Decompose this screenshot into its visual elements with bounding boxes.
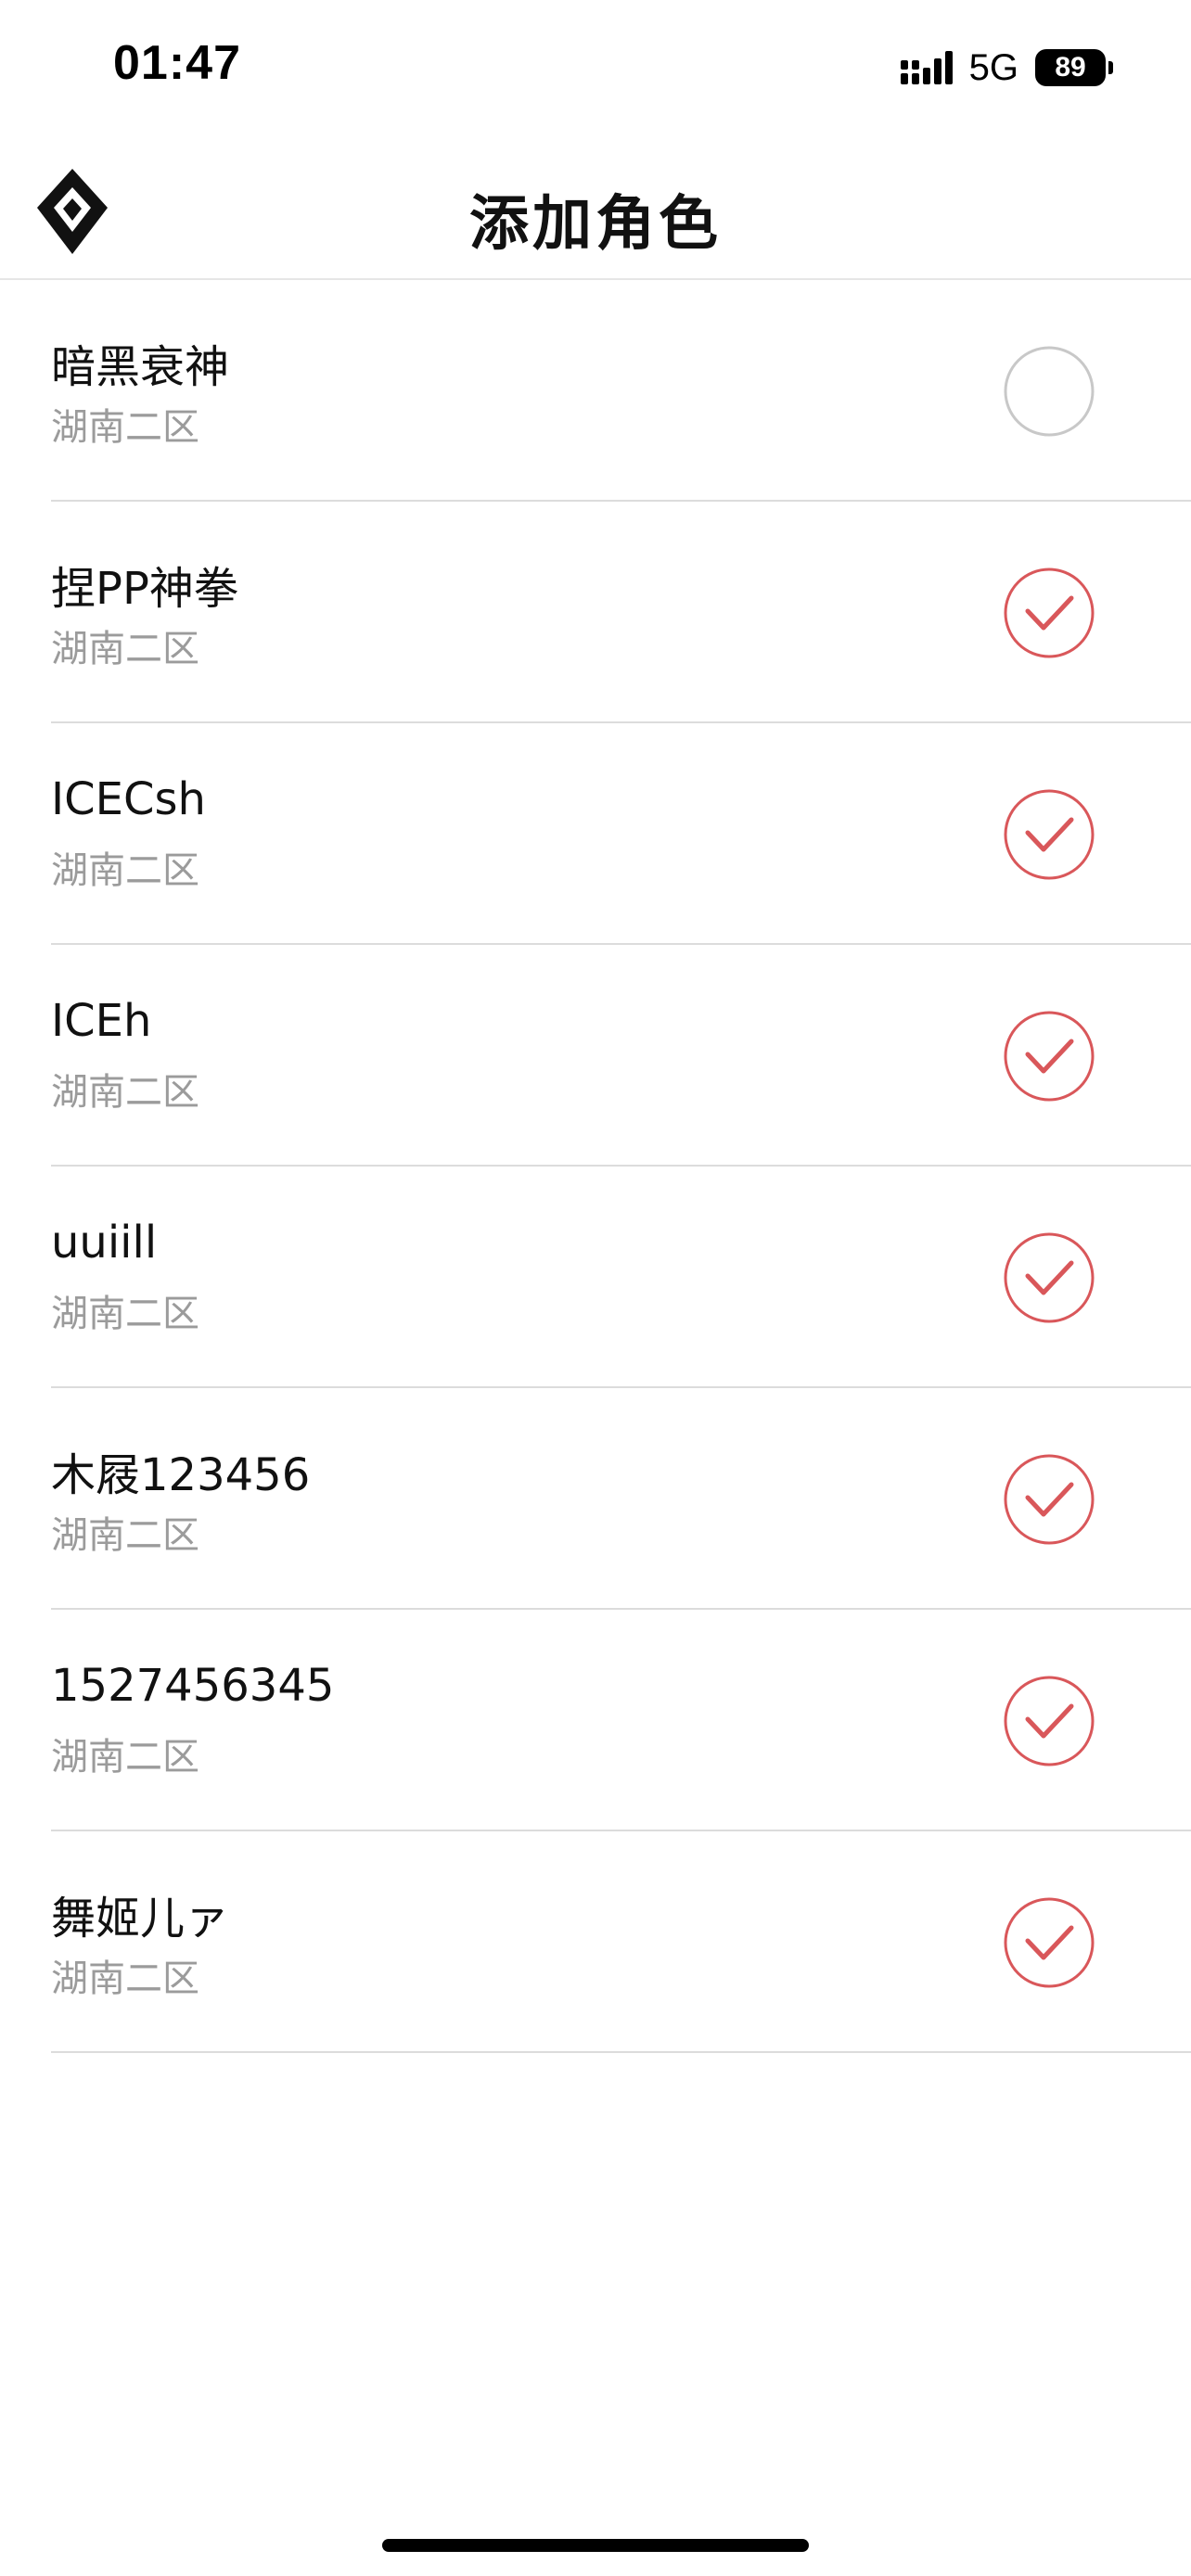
role-list: 暗黑衰神 湖南二区 捏PP神拳 湖南二区 ICECsh 湖南二区 ICEh 湖南… [0, 280, 1191, 2053]
role-item[interactable]: 木屐123456 湖南二区 [51, 1388, 1191, 1610]
page-title: 添加角色 [469, 190, 722, 259]
role-name: 捏PP神拳 [51, 563, 238, 615]
battery-level: 89 [1035, 49, 1106, 86]
role-name: 暗黑衰神 [51, 341, 230, 393]
role-server: 湖南二区 [51, 1293, 199, 1335]
role-server: 湖南二区 [51, 849, 199, 892]
role-server: 湖南二区 [51, 1514, 199, 1557]
signal-icon [900, 51, 953, 84]
status-indicators: 5G 89 [900, 46, 1113, 89]
role-server: 湖南二区 [51, 628, 199, 670]
checked-circle-icon[interactable] [1003, 1896, 1095, 1989]
role-server: 湖南二区 [51, 406, 199, 449]
checked-circle-icon[interactable] [1003, 1010, 1095, 1103]
role-name: uuiill [51, 1217, 158, 1269]
checked-circle-icon[interactable] [1003, 1231, 1095, 1324]
unchecked-circle-icon[interactable] [1003, 345, 1095, 438]
role-name: 舞姬儿ァ [51, 1893, 230, 1945]
role-server: 湖南二区 [51, 1958, 199, 2000]
role-item[interactable]: 暗黑衰神 湖南二区 [51, 280, 1191, 502]
role-server: 湖南二区 [51, 1071, 199, 1114]
role-item[interactable]: 1527456345 湖南二区 [51, 1610, 1191, 1831]
checked-circle-icon[interactable] [1003, 1453, 1095, 1546]
role-name: ICEh [51, 995, 152, 1047]
role-item[interactable]: ICEh 湖南二区 [51, 945, 1191, 1167]
checked-circle-icon[interactable] [1003, 567, 1095, 659]
role-name: 木屐123456 [51, 1449, 311, 1501]
role-server: 湖南二区 [51, 1736, 199, 1779]
status-bar: 01:47 5G 89 [0, 0, 1191, 139]
network-type: 5G [968, 46, 1018, 88]
role-item[interactable]: ICECsh 湖南二区 [51, 723, 1191, 945]
role-item[interactable]: 舞姬儿ァ 湖南二区 [51, 1831, 1191, 2053]
role-item[interactable]: uuiill 湖南二区 [51, 1167, 1191, 1388]
home-indicator[interactable] [382, 2539, 809, 2552]
checked-circle-icon[interactable] [1003, 1675, 1095, 1767]
status-time: 01:47 [113, 36, 241, 90]
checked-circle-icon[interactable] [1003, 788, 1095, 881]
battery-tip [1108, 61, 1113, 74]
role-name: 1527456345 [51, 1660, 335, 1712]
role-item[interactable]: 捏PP神拳 湖南二区 [51, 502, 1191, 723]
battery-icon: 89 [1035, 49, 1113, 86]
nav-header: 添加角色 [0, 139, 1191, 280]
role-name: ICECsh [51, 773, 206, 825]
